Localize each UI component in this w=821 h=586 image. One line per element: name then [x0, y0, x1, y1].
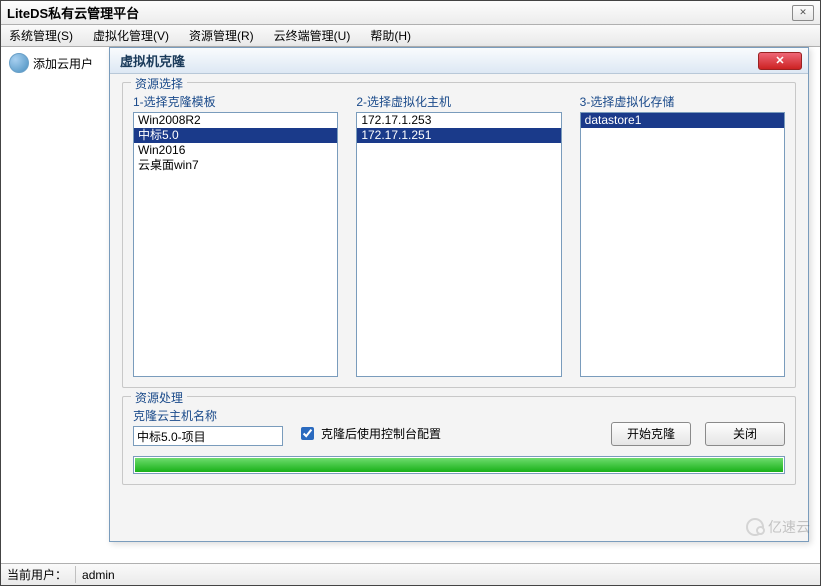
close-button[interactable]: 关闭	[705, 422, 785, 446]
templates-label: 1-选择克隆模板	[133, 93, 338, 110]
dialog-title: 虚拟机克隆	[120, 51, 185, 70]
main-window: LiteDS私有云管理平台 ✕ 系统管理(S) 虚拟化管理(V) 资源管理(R)…	[0, 0, 821, 586]
templates-listbox[interactable]: Win2008R2中标5.0Win2016云桌面win7	[133, 112, 338, 377]
user-icon	[9, 53, 29, 73]
host-option[interactable]: 172.17.1.251	[357, 128, 560, 143]
client-area: 添加云用户 虚拟机克隆 ✕ 资源选择 1-选择克隆模板 Win2008R2中标5…	[1, 47, 820, 563]
fieldset-resource-process: 资源处理 克隆云主机名称 克隆后使用控制台配置 开始克隆 关闭	[122, 396, 796, 485]
template-option[interactable]: Win2016	[134, 143, 337, 158]
datastores-label: 3-选择虚拟化存储	[580, 93, 785, 110]
menu-virtualization[interactable]: 虚拟化管理(V)	[89, 25, 173, 46]
console-config-label: 克隆后使用控制台配置	[321, 425, 441, 442]
hosts-listbox[interactable]: 172.17.1.253172.17.1.251	[356, 112, 561, 377]
status-bar: 当前用户： admin	[1, 563, 820, 585]
template-option[interactable]: 中标5.0	[134, 128, 337, 143]
host-option[interactable]: 172.17.1.253	[357, 113, 560, 128]
console-config-checkbox[interactable]	[301, 427, 314, 440]
dialog-close-button[interactable]: ✕	[758, 52, 802, 70]
template-option[interactable]: Win2008R2	[134, 113, 337, 128]
datastores-listbox[interactable]: datastore1	[580, 112, 785, 377]
window-title: LiteDS私有云管理平台	[7, 3, 139, 22]
menu-terminal[interactable]: 云终端管理(U)	[270, 25, 355, 46]
start-clone-button[interactable]: 开始克隆	[611, 422, 691, 446]
watermark-icon	[746, 518, 764, 536]
hosts-label: 2-选择虚拟化主机	[356, 93, 561, 110]
menu-system[interactable]: 系统管理(S)	[5, 25, 77, 46]
progress-fill	[135, 458, 783, 472]
fieldset-resource-select-legend: 资源选择	[131, 75, 187, 92]
console-config-checkbox-wrap[interactable]: 克隆后使用控制台配置	[297, 424, 441, 443]
fieldset-resource-process-legend: 资源处理	[131, 389, 187, 406]
fieldset-resource-select: 资源选择 1-选择克隆模板 Win2008R2中标5.0Win2016云桌面wi…	[122, 82, 796, 388]
progress-bar	[133, 456, 785, 474]
menu-help[interactable]: 帮助(H)	[366, 25, 415, 46]
status-label: 当前用户：	[7, 566, 76, 583]
clone-dialog: 虚拟机克隆 ✕ 资源选择 1-选择克隆模板 Win2008R2中标5.0Win2…	[109, 47, 809, 542]
sidebar-add-user[interactable]: 添加云用户	[9, 53, 93, 73]
datastore-option[interactable]: datastore1	[581, 113, 784, 128]
title-bar: LiteDS私有云管理平台 ✕	[1, 1, 820, 25]
template-option[interactable]: 云桌面win7	[134, 158, 337, 173]
clone-name-input[interactable]	[133, 426, 283, 446]
watermark: 亿速云	[746, 517, 810, 537]
clone-name-label: 克隆云主机名称	[133, 407, 283, 424]
menu-bar: 系统管理(S) 虚拟化管理(V) 资源管理(R) 云终端管理(U) 帮助(H)	[1, 25, 820, 47]
dialog-title-bar: 虚拟机克隆 ✕	[110, 48, 808, 74]
window-close-button[interactable]: ✕	[792, 5, 814, 21]
status-user: admin	[82, 568, 115, 582]
watermark-text: 亿速云	[768, 517, 810, 537]
sidebar-add-user-label: 添加云用户	[33, 55, 93, 72]
menu-resource[interactable]: 资源管理(R)	[185, 25, 258, 46]
